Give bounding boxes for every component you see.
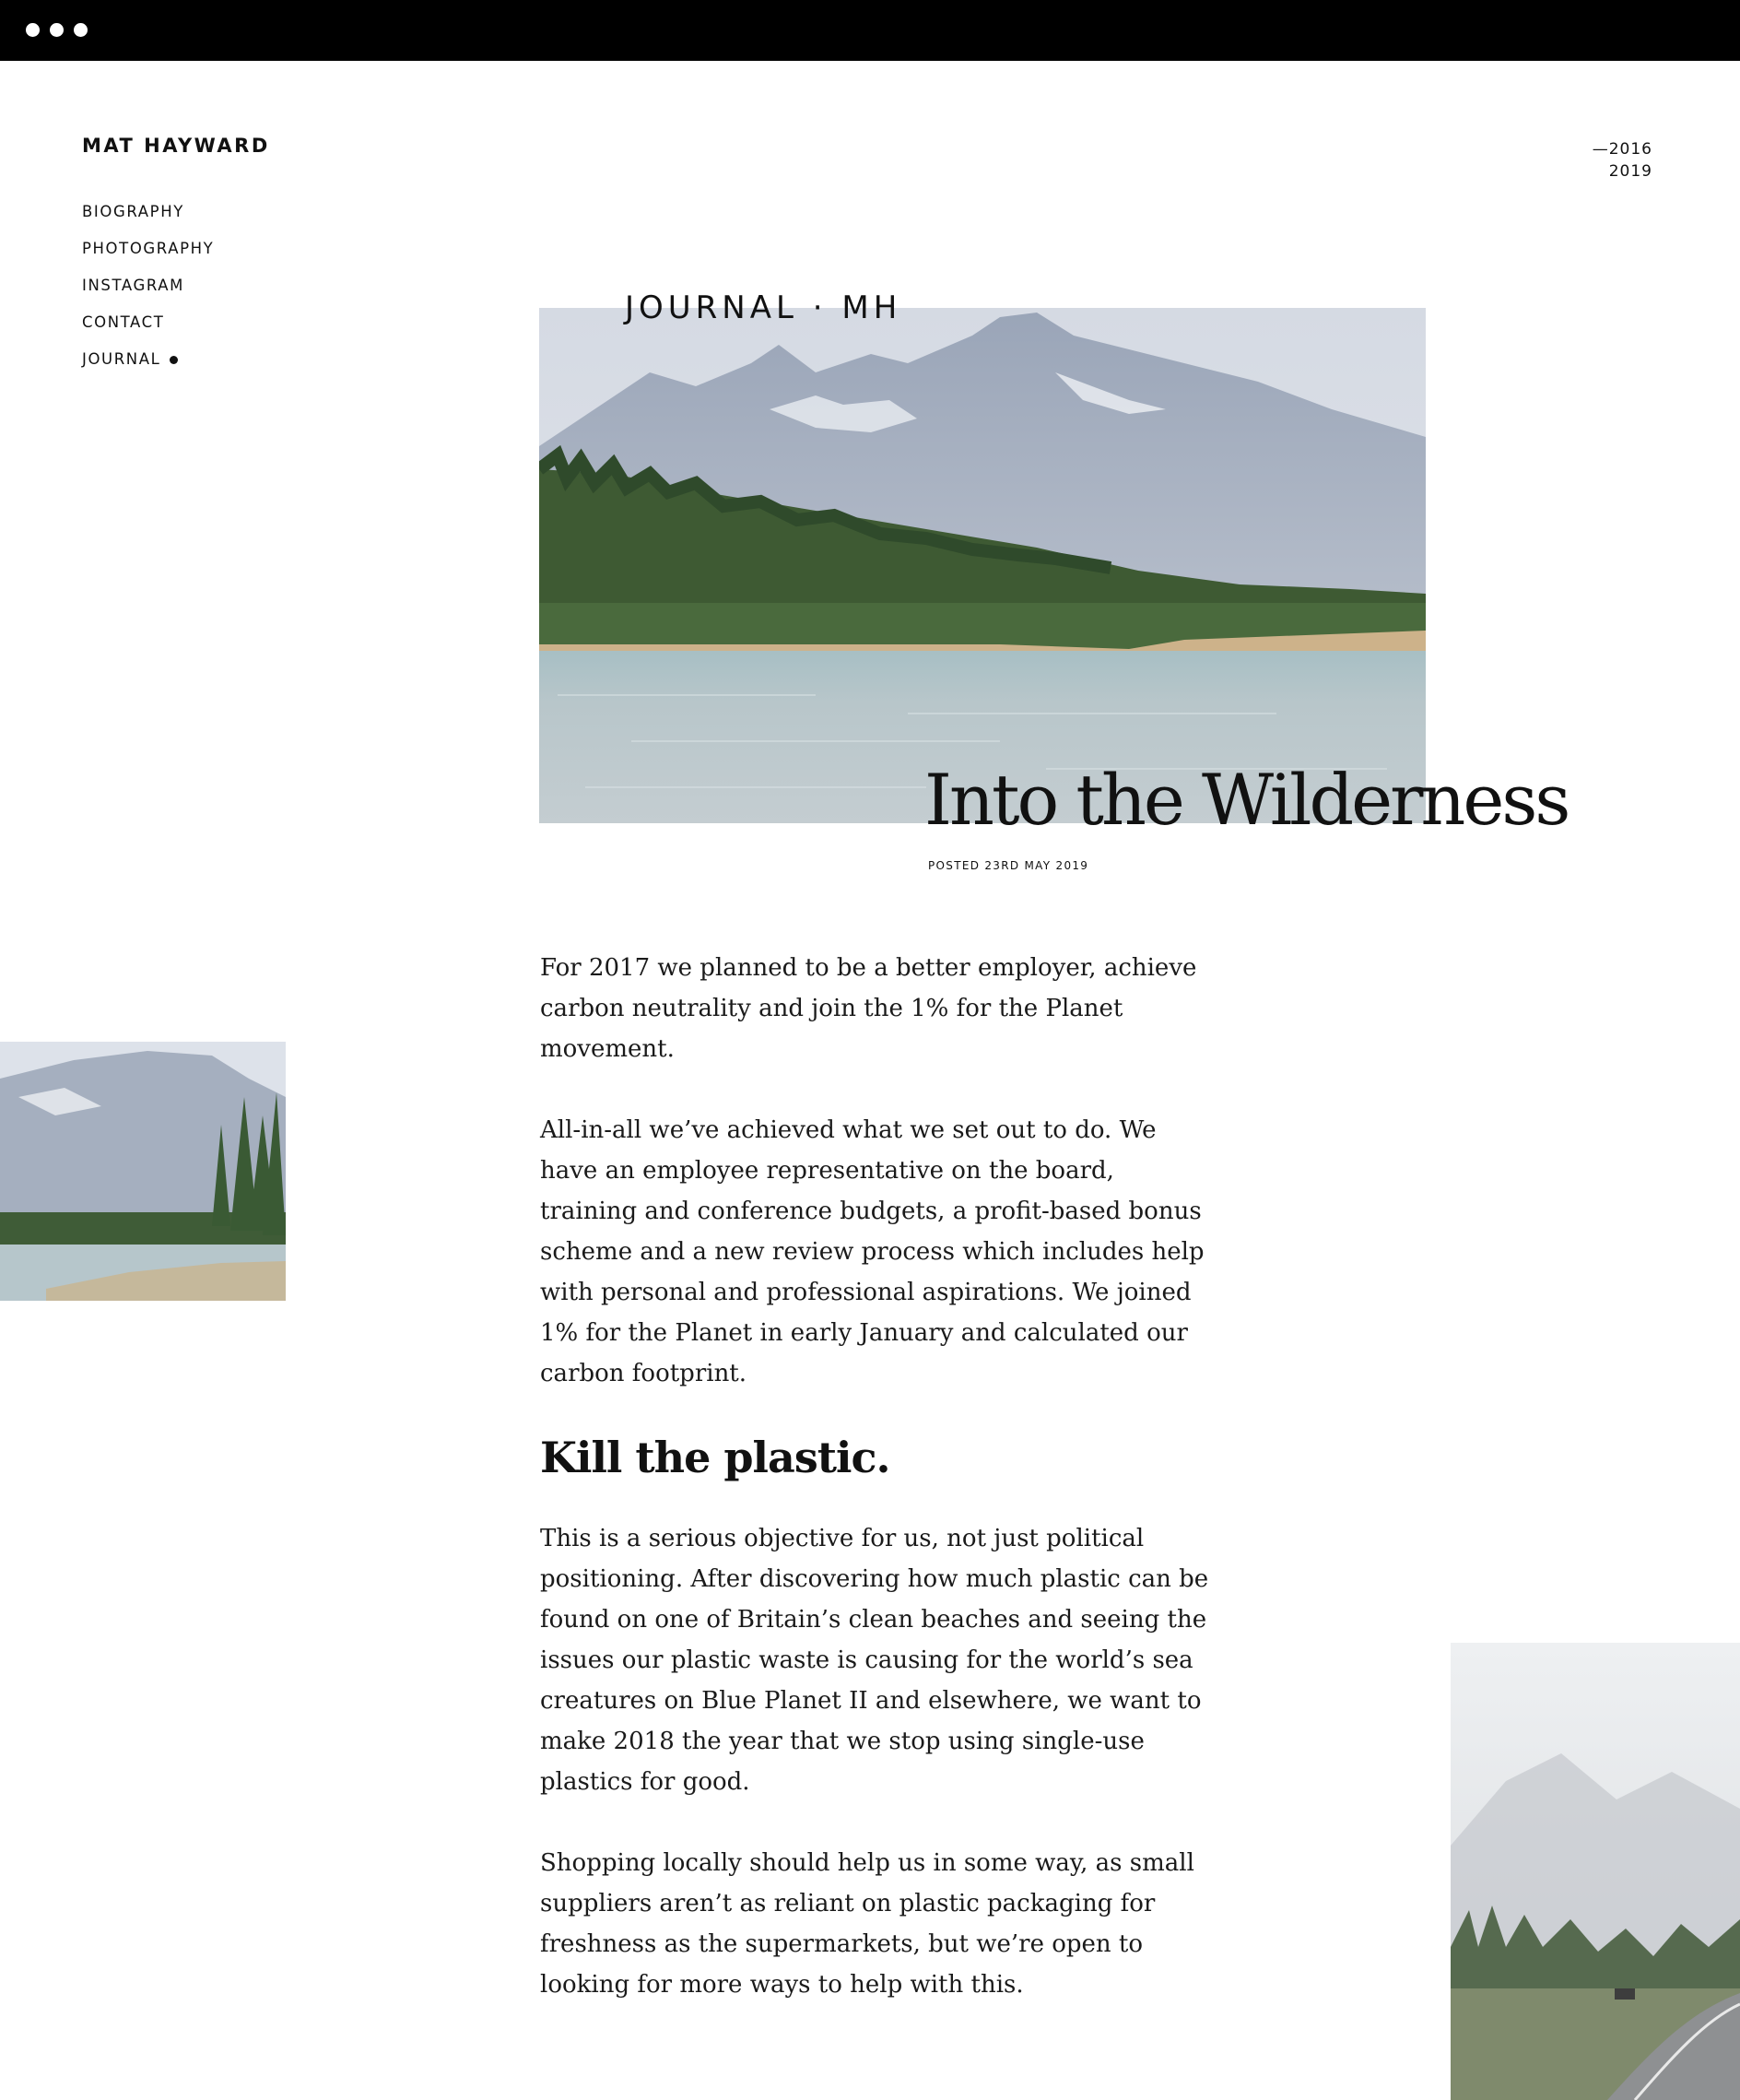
- article-paragraph: Shopping locally should help us in some …: [540, 1848, 1194, 1999]
- mountain-lake-forest-photo: [539, 308, 1426, 823]
- misty-road-photo: [1451, 1643, 1740, 2100]
- nav-item-instagram[interactable]: INSTAGRAM: [82, 277, 214, 313]
- article-paragraph: All-in-all we’ve achieved what we set ou…: [540, 1116, 1205, 1387]
- main-nav: BIOGRAPHY PHOTOGRAPHY INSTAGRAM CONTACT …: [82, 203, 214, 387]
- window-dot-icon[interactable]: [26, 23, 40, 37]
- side-image-left: [0, 1042, 286, 1301]
- article-body: For 2017 we planned to be a better emplo…: [540, 948, 1213, 2046]
- nav-label: PHOTOGRAPHY: [82, 240, 215, 257]
- nav-item-biography[interactable]: BIOGRAPHY: [82, 203, 214, 240]
- year-range: —2016 2019: [1593, 138, 1652, 183]
- year-end: 2019: [1608, 162, 1652, 181]
- article-subheading: Kill the plastic.: [540, 1433, 890, 1482]
- nav-item-journal[interactable]: JOURNAL: [82, 350, 214, 387]
- year-dash: —: [1592, 140, 1609, 159]
- window-dot-icon[interactable]: [74, 23, 88, 37]
- nav-item-photography[interactable]: PHOTOGRAPHY: [82, 240, 214, 277]
- nav-label: BIOGRAPHY: [82, 203, 184, 220]
- journal-mark: JOURNAL · MH: [625, 289, 902, 326]
- side-image-right: [1451, 1643, 1740, 2100]
- window-dot-icon[interactable]: [50, 23, 64, 37]
- active-indicator-icon: [170, 356, 179, 364]
- year-start: 2016: [1608, 140, 1652, 159]
- post-title: Into the Wilderness: [924, 759, 1570, 841]
- article-paragraph: This is a serious objective for us, not …: [540, 1524, 1209, 1796]
- window-title-bar: [0, 0, 1740, 61]
- post-date: POSTED 23RD MAY 2019: [928, 859, 1089, 872]
- nav-item-contact[interactable]: CONTACT: [82, 313, 214, 350]
- nav-label: JOURNAL: [82, 350, 161, 368]
- nav-label: INSTAGRAM: [82, 277, 184, 294]
- article-paragraph: For 2017 we planned to be a better emplo…: [540, 954, 1197, 1063]
- site-logo[interactable]: MAT HAYWARD: [82, 135, 270, 157]
- nav-label: CONTACT: [82, 313, 165, 331]
- lake-shore-photo: [0, 1042, 286, 1301]
- hero-image: [539, 308, 1426, 823]
